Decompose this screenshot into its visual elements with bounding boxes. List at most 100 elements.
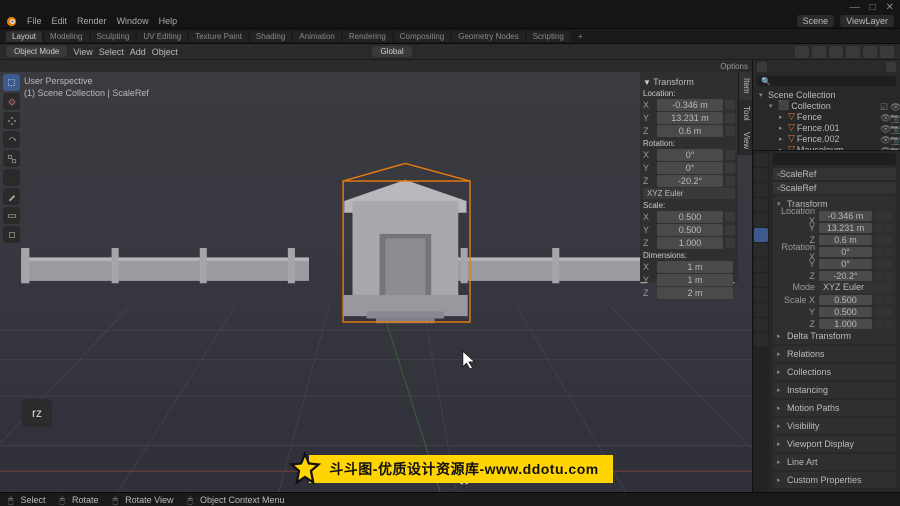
rot-x-field[interactable]: 0° (657, 149, 723, 161)
lock-icon[interactable] (725, 163, 735, 173)
panel-custom[interactable]: ▸Custom Properties (777, 474, 892, 486)
panel-collections[interactable]: ▸Collections (777, 366, 892, 378)
keyframe-icon[interactable] (884, 260, 892, 268)
panel-viewport[interactable]: ▸Viewport Display (777, 438, 892, 450)
scl-z-field[interactable]: 1.000 (657, 237, 723, 249)
close-icon[interactable]: ✕ (886, 2, 894, 13)
ptab-constraints-icon[interactable] (754, 288, 768, 302)
dim-z-field[interactable]: 2 m (657, 287, 733, 299)
outliner-collection[interactable]: ▾⬛Collection☑👁 (755, 100, 898, 111)
xray-toggle-icon[interactable] (812, 46, 826, 58)
keyframe-icon[interactable] (884, 248, 892, 256)
panel-delta-header[interactable]: ▸Delta Transform (777, 330, 892, 342)
outliner-mode-icon[interactable] (757, 62, 767, 72)
tab-add[interactable]: + (572, 31, 589, 42)
lock-icon[interactable] (725, 126, 735, 136)
ptab-viewlayer-icon[interactable] (754, 183, 768, 197)
scene-selector[interactable]: Scene (797, 15, 835, 27)
lock-icon[interactable] (875, 260, 883, 268)
panel-relations[interactable]: ▸Relations (777, 348, 892, 360)
outliner-search[interactable]: 🔍 (757, 76, 896, 86)
lock-icon[interactable] (725, 113, 735, 123)
tab-sculpting[interactable]: Sculpting (91, 31, 136, 42)
shading-wireframe-icon[interactable] (829, 46, 843, 58)
ptab-material-icon[interactable] (754, 318, 768, 332)
menu-file[interactable]: File (27, 16, 42, 26)
eye-icon[interactable]: 👁 (880, 113, 888, 121)
dim-y-field[interactable]: 1 m (657, 274, 733, 286)
shading-material-icon[interactable] (863, 46, 877, 58)
menu-select[interactable]: Select (99, 47, 124, 57)
overlay-toggle-icon[interactable] (795, 46, 809, 58)
panel-motion[interactable]: ▸Motion Paths (777, 402, 892, 414)
lock-icon[interactable] (725, 176, 735, 186)
camera-icon[interactable]: 📷 (890, 135, 898, 143)
keyframe-icon[interactable] (884, 296, 892, 304)
menu-help[interactable]: Help (159, 16, 178, 26)
lock-icon[interactable] (725, 225, 735, 235)
keyframe-icon[interactable] (884, 320, 892, 328)
outliner-item[interactable]: ▸▽Mausoleum👁📷 (755, 144, 898, 151)
maximize-icon[interactable]: □ (870, 2, 876, 13)
tab-uv[interactable]: UV Editing (137, 31, 187, 42)
scl-x-field[interactable]: 0.500 (657, 211, 723, 223)
outliner-item[interactable]: ▸▽Fence👁📷 (755, 111, 898, 122)
p-rot-y[interactable]: 0° (819, 259, 872, 269)
ptab-modifier-icon[interactable] (754, 243, 768, 257)
eye-icon[interactable]: 👁 (890, 102, 898, 110)
lock-icon[interactable] (875, 236, 883, 244)
ptab-physics-icon[interactable] (754, 273, 768, 287)
keyframe-icon[interactable] (884, 272, 892, 280)
menu-edit[interactable]: Edit (52, 16, 68, 26)
p-loc-y[interactable]: 13.231 m (819, 223, 872, 233)
rot-z-field[interactable]: -20.2° (657, 175, 723, 187)
p-scl-z[interactable]: 1.000 (819, 319, 872, 329)
p-rot-mode[interactable]: XYZ Euler (819, 282, 892, 293)
n-tab-view[interactable]: View (738, 126, 752, 155)
ptab-render-icon[interactable] (754, 153, 768, 167)
rotation-mode-selector[interactable]: XYZ Euler (643, 188, 735, 199)
n-panel-transform-header[interactable]: ▼ Transform (643, 77, 735, 87)
p-rot-x[interactable]: 0° (819, 247, 872, 257)
3d-viewport[interactable]: Options User Perspective (1) Scene Colle… (0, 60, 752, 492)
lock-icon[interactable] (875, 248, 883, 256)
camera-icon[interactable]: 📷 (890, 124, 898, 132)
loc-z-field[interactable]: 0.6 m (657, 125, 723, 137)
ptab-scene-icon[interactable] (754, 198, 768, 212)
mode-selector[interactable]: Object Mode (6, 46, 67, 57)
filter-icon[interactable] (886, 62, 896, 72)
ptab-particles-icon[interactable] (754, 258, 768, 272)
tab-compositing[interactable]: Compositing (394, 31, 450, 42)
ptab-output-icon[interactable] (754, 168, 768, 182)
tab-animation[interactable]: Animation (293, 31, 341, 42)
p-loc-z[interactable]: 0.6 m (819, 235, 872, 245)
shading-solid-icon[interactable] (846, 46, 860, 58)
scl-y-field[interactable]: 0.500 (657, 224, 723, 236)
lock-icon[interactable] (875, 212, 883, 220)
loc-x-field[interactable]: -0.346 m (657, 99, 723, 111)
keyframe-icon[interactable] (884, 212, 892, 220)
outliner-item[interactable]: ▸▽Fence.002👁📷 (755, 133, 898, 144)
keyframe-icon[interactable] (884, 236, 892, 244)
p-rot-z[interactable]: -20.2° (819, 271, 872, 281)
lock-icon[interactable] (875, 308, 883, 316)
lock-icon[interactable] (725, 212, 735, 222)
panel-instancing[interactable]: ▸Instancing (777, 384, 892, 396)
n-tab-item[interactable]: Item (738, 72, 752, 100)
p-scl-y[interactable]: 0.500 (819, 307, 872, 317)
loc-y-field[interactable]: 13.231 m (657, 112, 723, 124)
lock-icon[interactable] (725, 150, 735, 160)
ptab-world-icon[interactable] (754, 213, 768, 227)
tab-texture[interactable]: Texture Paint (189, 31, 248, 42)
lock-icon[interactable] (875, 224, 883, 232)
menu-window[interactable]: Window (117, 16, 149, 26)
lock-icon[interactable] (875, 320, 883, 328)
camera-icon[interactable]: 📷 (890, 113, 898, 121)
panel-visibility[interactable]: ▸Visibility (777, 420, 892, 432)
keyframe-icon[interactable] (884, 224, 892, 232)
ptab-texture-icon[interactable] (754, 333, 768, 347)
outliner-scene-collection[interactable]: ▾Scene Collection (755, 89, 898, 100)
tab-rendering[interactable]: Rendering (343, 31, 392, 42)
panel-lineart[interactable]: ▸Line Art (777, 456, 892, 468)
eye-icon[interactable]: 👁 (880, 135, 888, 143)
